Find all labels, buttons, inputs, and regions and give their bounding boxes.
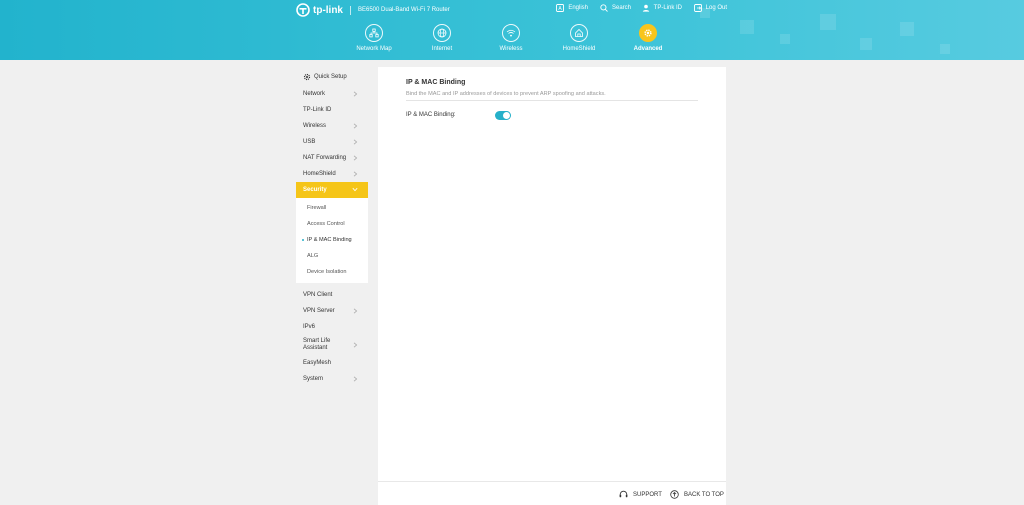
sidebar-item-label: IPv6 [303, 324, 316, 330]
tab-internet[interactable]: Internet [407, 24, 477, 52]
search-label: Search [611, 5, 631, 11]
sidebar-item-label: Smart Life Assistant [303, 338, 331, 351]
network-map-icon [365, 24, 383, 42]
chevron-right-icon [353, 139, 358, 145]
page-title: IP & MAC Binding [406, 79, 466, 86]
main-nav: Network Map Internet Wireless HomeShield… [0, 24, 1024, 58]
sidebar-item-label: Wireless [303, 123, 327, 129]
sidebar-item-vpn-client[interactable]: VPN Client [296, 287, 368, 303]
submenu-item-ip-mac-binding[interactable]: IP & MAC Binding [296, 232, 368, 248]
sidebar-item-label: System [303, 376, 324, 382]
sidebar-item-tp-link-id[interactable]: TP-Link ID [296, 102, 368, 118]
chevron-right-icon [353, 171, 358, 177]
brand-name: tp-link [313, 4, 343, 16]
logout-icon [693, 4, 702, 12]
submenu-item-access-control[interactable]: Access Control [296, 216, 368, 232]
globe-icon [433, 24, 451, 42]
sidebar-item-label: Security [303, 187, 327, 193]
tp-link-id-link[interactable]: TP-Link ID [642, 4, 682, 12]
sidebar-item-system[interactable]: System [296, 371, 368, 387]
chevron-right-icon [353, 308, 358, 314]
tp-link-logo-icon [296, 3, 310, 17]
sidebar-item-homeshield[interactable]: HomeShield [296, 166, 368, 182]
quick-setup-link[interactable]: Quick Setup [296, 70, 368, 84]
gear-icon [639, 24, 657, 42]
chevron-right-icon [353, 376, 358, 382]
support-label: SUPPORT [633, 491, 662, 498]
sidebar-item-label: HomeShield [303, 171, 336, 177]
sidebar-item-wireless[interactable]: Wireless [296, 118, 368, 134]
back-to-top-link[interactable]: BACK TO TOP [670, 490, 724, 499]
arrow-up-circle-icon [670, 490, 679, 499]
sidebar-item-smart-life-assistant[interactable]: Smart Life Assistant [296, 335, 368, 355]
language-icon: A [556, 4, 565, 12]
brand-bar: tp-link BE6500 Dual-Band Wi-Fi 7 Router [296, 2, 450, 18]
title-divider [406, 100, 698, 101]
sidebar-item-label: EasyMesh [303, 360, 332, 366]
sidebar-item-label: TP-Link ID [303, 107, 332, 113]
sidebar-item-nat-forwarding[interactable]: NAT Forwarding [296, 150, 368, 166]
sidebar-item-label: NAT Forwarding [303, 155, 347, 161]
logout-link[interactable]: Log Out [693, 4, 727, 12]
sidebar: Quick Setup Network TP-Link ID Wireless … [296, 70, 368, 387]
search-link[interactable]: Search [600, 4, 631, 12]
user-icon [642, 4, 649, 12]
back-to-top-label: BACK TO TOP [684, 491, 724, 498]
sidebar-item-label: VPN Server [303, 308, 335, 314]
top-header: tp-link BE6500 Dual-Band Wi-Fi 7 Router … [0, 0, 1024, 60]
content-panel: IP & MAC Binding Bind the MAC and IP add… [378, 67, 726, 505]
tab-wireless-label: Wireless [499, 46, 523, 52]
chevron-right-icon [353, 342, 358, 348]
sidebar-item-label: Network [303, 91, 326, 97]
ip-mac-binding-label: IP & MAC Binding: [406, 112, 456, 118]
logout-label: Log Out [705, 5, 727, 11]
sidebar-item-network[interactable]: Network [296, 86, 368, 102]
brand-divider [350, 5, 351, 15]
ip-mac-binding-toggle[interactable] [495, 111, 511, 120]
tab-advanced[interactable]: Advanced [613, 24, 683, 52]
security-submenu: Firewall Access Control IP & MAC Binding… [296, 198, 368, 283]
submenu-item-device-isolation[interactable]: Device Isolation [296, 264, 368, 280]
page-description: Bind the MAC and IP addresses of devices… [406, 91, 606, 97]
tab-homeshield-label: HomeShield [562, 46, 596, 52]
submenu-item-alg[interactable]: ALG [296, 248, 368, 264]
chevron-right-icon [353, 91, 358, 97]
tab-homeshield[interactable]: HomeShield [544, 24, 614, 52]
submenu-item-firewall[interactable]: Firewall [296, 200, 368, 216]
quick-setup-label: Quick Setup [314, 74, 347, 80]
sidebar-item-label: USB [303, 139, 316, 145]
chevron-right-icon [353, 155, 358, 161]
home-shield-icon [570, 24, 588, 42]
wifi-icon [502, 24, 520, 42]
sidebar-item-security[interactable]: Security [296, 182, 368, 198]
tab-network-map-label: Network Map [356, 46, 392, 52]
tp-link-id-label: TP-Link ID [653, 5, 682, 11]
sidebar-item-ipv6[interactable]: IPv6 [296, 319, 368, 335]
page-footer: SUPPORT BACK TO TOP [378, 481, 726, 505]
tp-link-logo[interactable]: tp-link [296, 3, 343, 17]
search-icon [600, 4, 608, 12]
model-name: BE6500 Dual-Band Wi-Fi 7 Router [358, 7, 450, 13]
support-link[interactable]: SUPPORT [619, 490, 662, 499]
sidebar-item-vpn-server[interactable]: VPN Server [296, 303, 368, 319]
tab-network-map[interactable]: Network Map [339, 24, 409, 52]
sidebar-item-label: VPN Client [303, 292, 333, 298]
language-label: English [568, 5, 588, 11]
tab-advanced-label: Advanced [633, 46, 663, 52]
sidebar-item-usb[interactable]: USB [296, 134, 368, 150]
headset-icon [619, 490, 628, 498]
language-link[interactable]: A English [556, 4, 588, 12]
tab-internet-label: Internet [431, 46, 453, 52]
chevron-down-icon [352, 187, 358, 192]
sidebar-item-easymesh[interactable]: EasyMesh [296, 355, 368, 371]
quick-setup-icon [303, 73, 311, 81]
tab-wireless[interactable]: Wireless [476, 24, 546, 52]
chevron-right-icon [353, 123, 358, 129]
